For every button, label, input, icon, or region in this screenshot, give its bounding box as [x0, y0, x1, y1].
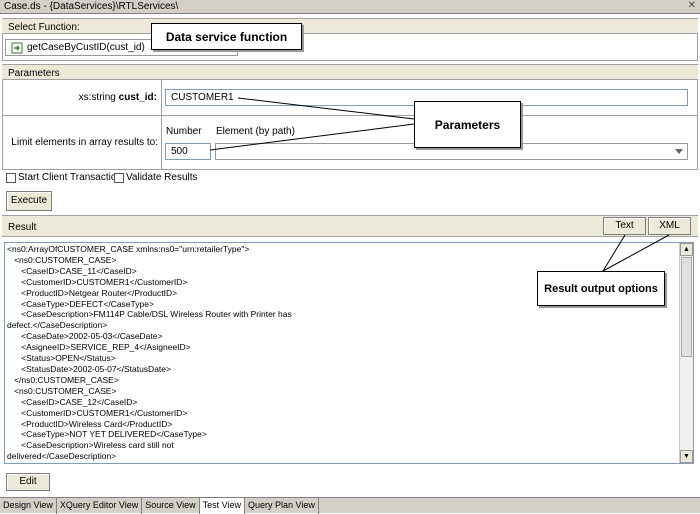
- tab-query-plan-view[interactable]: Query Plan View: [245, 498, 319, 514]
- leader-line-text: [602, 234, 626, 272]
- view-tabs: Design View XQuery Editor View Source View…: [0, 497, 700, 514]
- tab-source-view[interactable]: Source View: [142, 498, 200, 514]
- tab-xquery-editor-view[interactable]: XQuery Editor View: [57, 498, 143, 514]
- leader-line-xml: [602, 234, 670, 272]
- tab-test-view[interactable]: Test View: [199, 498, 245, 514]
- callout-leader-lines: [209, 97, 670, 272]
- leader-line-cust-id: [237, 97, 415, 120]
- tab-design-view[interactable]: Design View: [0, 498, 57, 514]
- leader-line-number: [209, 123, 415, 151]
